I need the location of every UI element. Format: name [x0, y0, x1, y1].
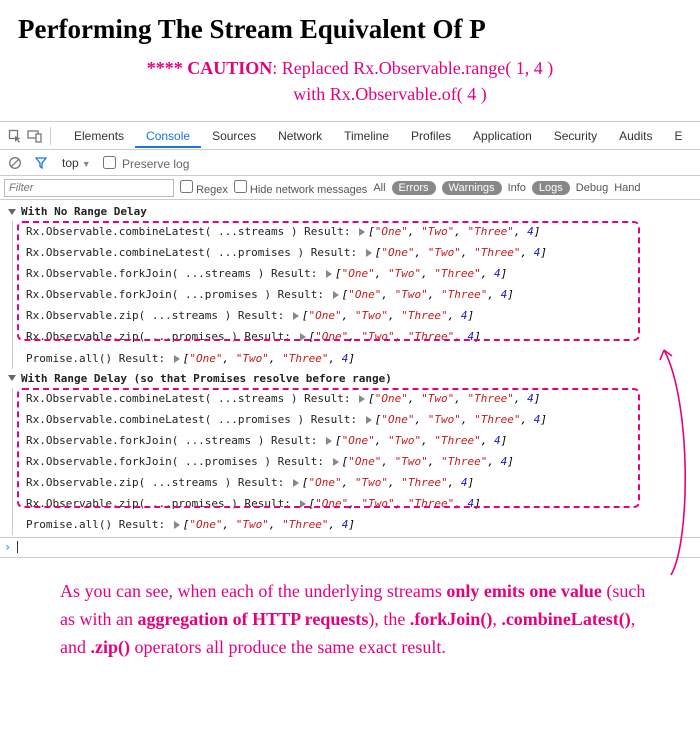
- context-selector[interactable]: top ▼: [58, 156, 95, 170]
- caution-line1: : Replaced Rx.Observable.range( 1, 4 ): [272, 58, 553, 78]
- level-all[interactable]: All: [373, 182, 385, 194]
- regex-label: Regex: [196, 184, 228, 196]
- tab-application[interactable]: Application: [462, 123, 543, 148]
- level-hand[interactable]: Hand: [614, 182, 640, 194]
- console-group-header[interactable]: With No Range Delay: [6, 202, 700, 221]
- caution-annotation: **** CAUTION: Replaced Rx.Observable.ran…: [0, 45, 700, 121]
- tab-audits[interactable]: Audits: [608, 123, 663, 148]
- preserve-log-label: Preserve log: [122, 157, 189, 171]
- explain-seg: ), the: [368, 609, 409, 629]
- level-warnings[interactable]: Warnings: [442, 181, 502, 195]
- hide-network-checkbox[interactable]: [234, 180, 247, 193]
- tab-console[interactable]: Console: [135, 123, 201, 148]
- tab-network[interactable]: Network: [267, 123, 333, 148]
- clear-console-icon[interactable]: [6, 154, 24, 172]
- tab-profiles[interactable]: Profiles: [400, 123, 462, 148]
- devtools-toolbar: Elements Console Sources Network Timelin…: [0, 122, 700, 150]
- console-filterbar: Regex Hide network messages All Errors W…: [0, 176, 700, 200]
- caution-line2-pre: with: [293, 84, 330, 104]
- console-log-line: Rx.Observable.combineLatest( ...streams …: [26, 221, 700, 242]
- console-group-body: Rx.Observable.combineLatest( ...streams …: [12, 388, 700, 535]
- console-group-title: With No Range Delay: [21, 203, 147, 220]
- chevron-right-icon: ›: [4, 540, 11, 554]
- console-log-line: Rx.Observable.forkJoin( ...promises ) Re…: [26, 451, 700, 472]
- console-output: With No Range DelayRx.Observable.combine…: [0, 200, 700, 537]
- explain-seg: operators all produce the same exact res…: [130, 637, 446, 657]
- explain-strong: .zip(): [91, 637, 131, 657]
- tab-sources[interactable]: Sources: [201, 123, 267, 148]
- preserve-log-checkbox[interactable]: [103, 156, 116, 169]
- console-log-line: Rx.Observable.combineLatest( ...promises…: [26, 242, 700, 263]
- console-log-line: Rx.Observable.zip( ...streams ) Result: …: [26, 305, 700, 326]
- page-title: Performing The Stream Equivalent Of P: [0, 0, 700, 45]
- explain-seg: As you can see, when each of the underly…: [60, 581, 446, 601]
- caution-stars: ****: [147, 58, 188, 78]
- filter-icon[interactable]: [32, 154, 50, 172]
- explain-strong: .forkJoin(): [410, 609, 493, 629]
- console-log-line: Rx.Observable.zip( ...streams ) Result: …: [26, 472, 700, 493]
- console-log-line: Rx.Observable.combineLatest( ...promises…: [26, 409, 700, 430]
- tab-more[interactable]: E: [663, 123, 693, 148]
- console-log-line: Promise.all() Result: ["One", "Two", "Th…: [26, 348, 700, 369]
- toolbar-separator: [50, 127, 51, 145]
- level-debug[interactable]: Debug: [576, 182, 608, 194]
- explanation-annotation: As you can see, when each of the underly…: [0, 558, 700, 682]
- console-group-title: With Range Delay (so that Promises resol…: [21, 370, 392, 387]
- explain-strong: only emits one value: [446, 581, 602, 601]
- caution-label: CAUTION: [187, 58, 272, 78]
- hide-network-toggle[interactable]: Hide network messages: [234, 180, 367, 196]
- preserve-log-toggle[interactable]: Preserve log: [103, 155, 190, 171]
- level-errors[interactable]: Errors: [392, 181, 436, 195]
- filter-input[interactable]: [4, 179, 174, 197]
- console-log-line: Rx.Observable.forkJoin( ...promises ) Re…: [26, 284, 700, 305]
- console-group-header[interactable]: With Range Delay (so that Promises resol…: [6, 369, 700, 388]
- hide-network-label: Hide network messages: [250, 184, 367, 196]
- prompt-caret: [17, 541, 18, 553]
- level-logs[interactable]: Logs: [532, 181, 570, 195]
- console-prompt[interactable]: ›: [0, 537, 700, 557]
- tab-elements[interactable]: Elements: [63, 123, 135, 148]
- regex-checkbox[interactable]: [180, 180, 193, 193]
- console-log-line: Rx.Observable.forkJoin( ...streams ) Res…: [26, 263, 700, 284]
- explain-strong: aggregation of HTTP requests: [137, 609, 368, 629]
- console-log-line: Rx.Observable.zip( ...promises ) Result:…: [26, 493, 700, 514]
- console-subtoolbar: top ▼ Preserve log: [0, 150, 700, 176]
- device-icon[interactable]: [26, 127, 44, 145]
- console-log-line: Rx.Observable.forkJoin( ...streams ) Res…: [26, 430, 700, 451]
- console-group-body: Rx.Observable.combineLatest( ...streams …: [12, 221, 700, 368]
- tab-security[interactable]: Security: [543, 123, 608, 148]
- regex-toggle[interactable]: Regex: [180, 180, 228, 196]
- console-log-line: Promise.all() Result: ["One", "Two", "Th…: [26, 514, 700, 535]
- inspect-icon[interactable]: [6, 127, 24, 145]
- devtools-panel: Elements Console Sources Network Timelin…: [0, 121, 700, 558]
- explain-strong: .combineLatest(): [501, 609, 630, 629]
- level-info[interactable]: Info: [508, 182, 526, 194]
- tab-timeline[interactable]: Timeline: [333, 123, 400, 148]
- explain-seg: ,: [492, 609, 501, 629]
- console-log-line: Rx.Observable.combineLatest( ...streams …: [26, 388, 700, 409]
- caution-line2: Rx.Observable.of( 4 ): [330, 84, 487, 104]
- devtools-tabs: Elements Console Sources Network Timelin…: [63, 123, 693, 148]
- console-log-line: Rx.Observable.zip( ...promises ) Result:…: [26, 326, 700, 347]
